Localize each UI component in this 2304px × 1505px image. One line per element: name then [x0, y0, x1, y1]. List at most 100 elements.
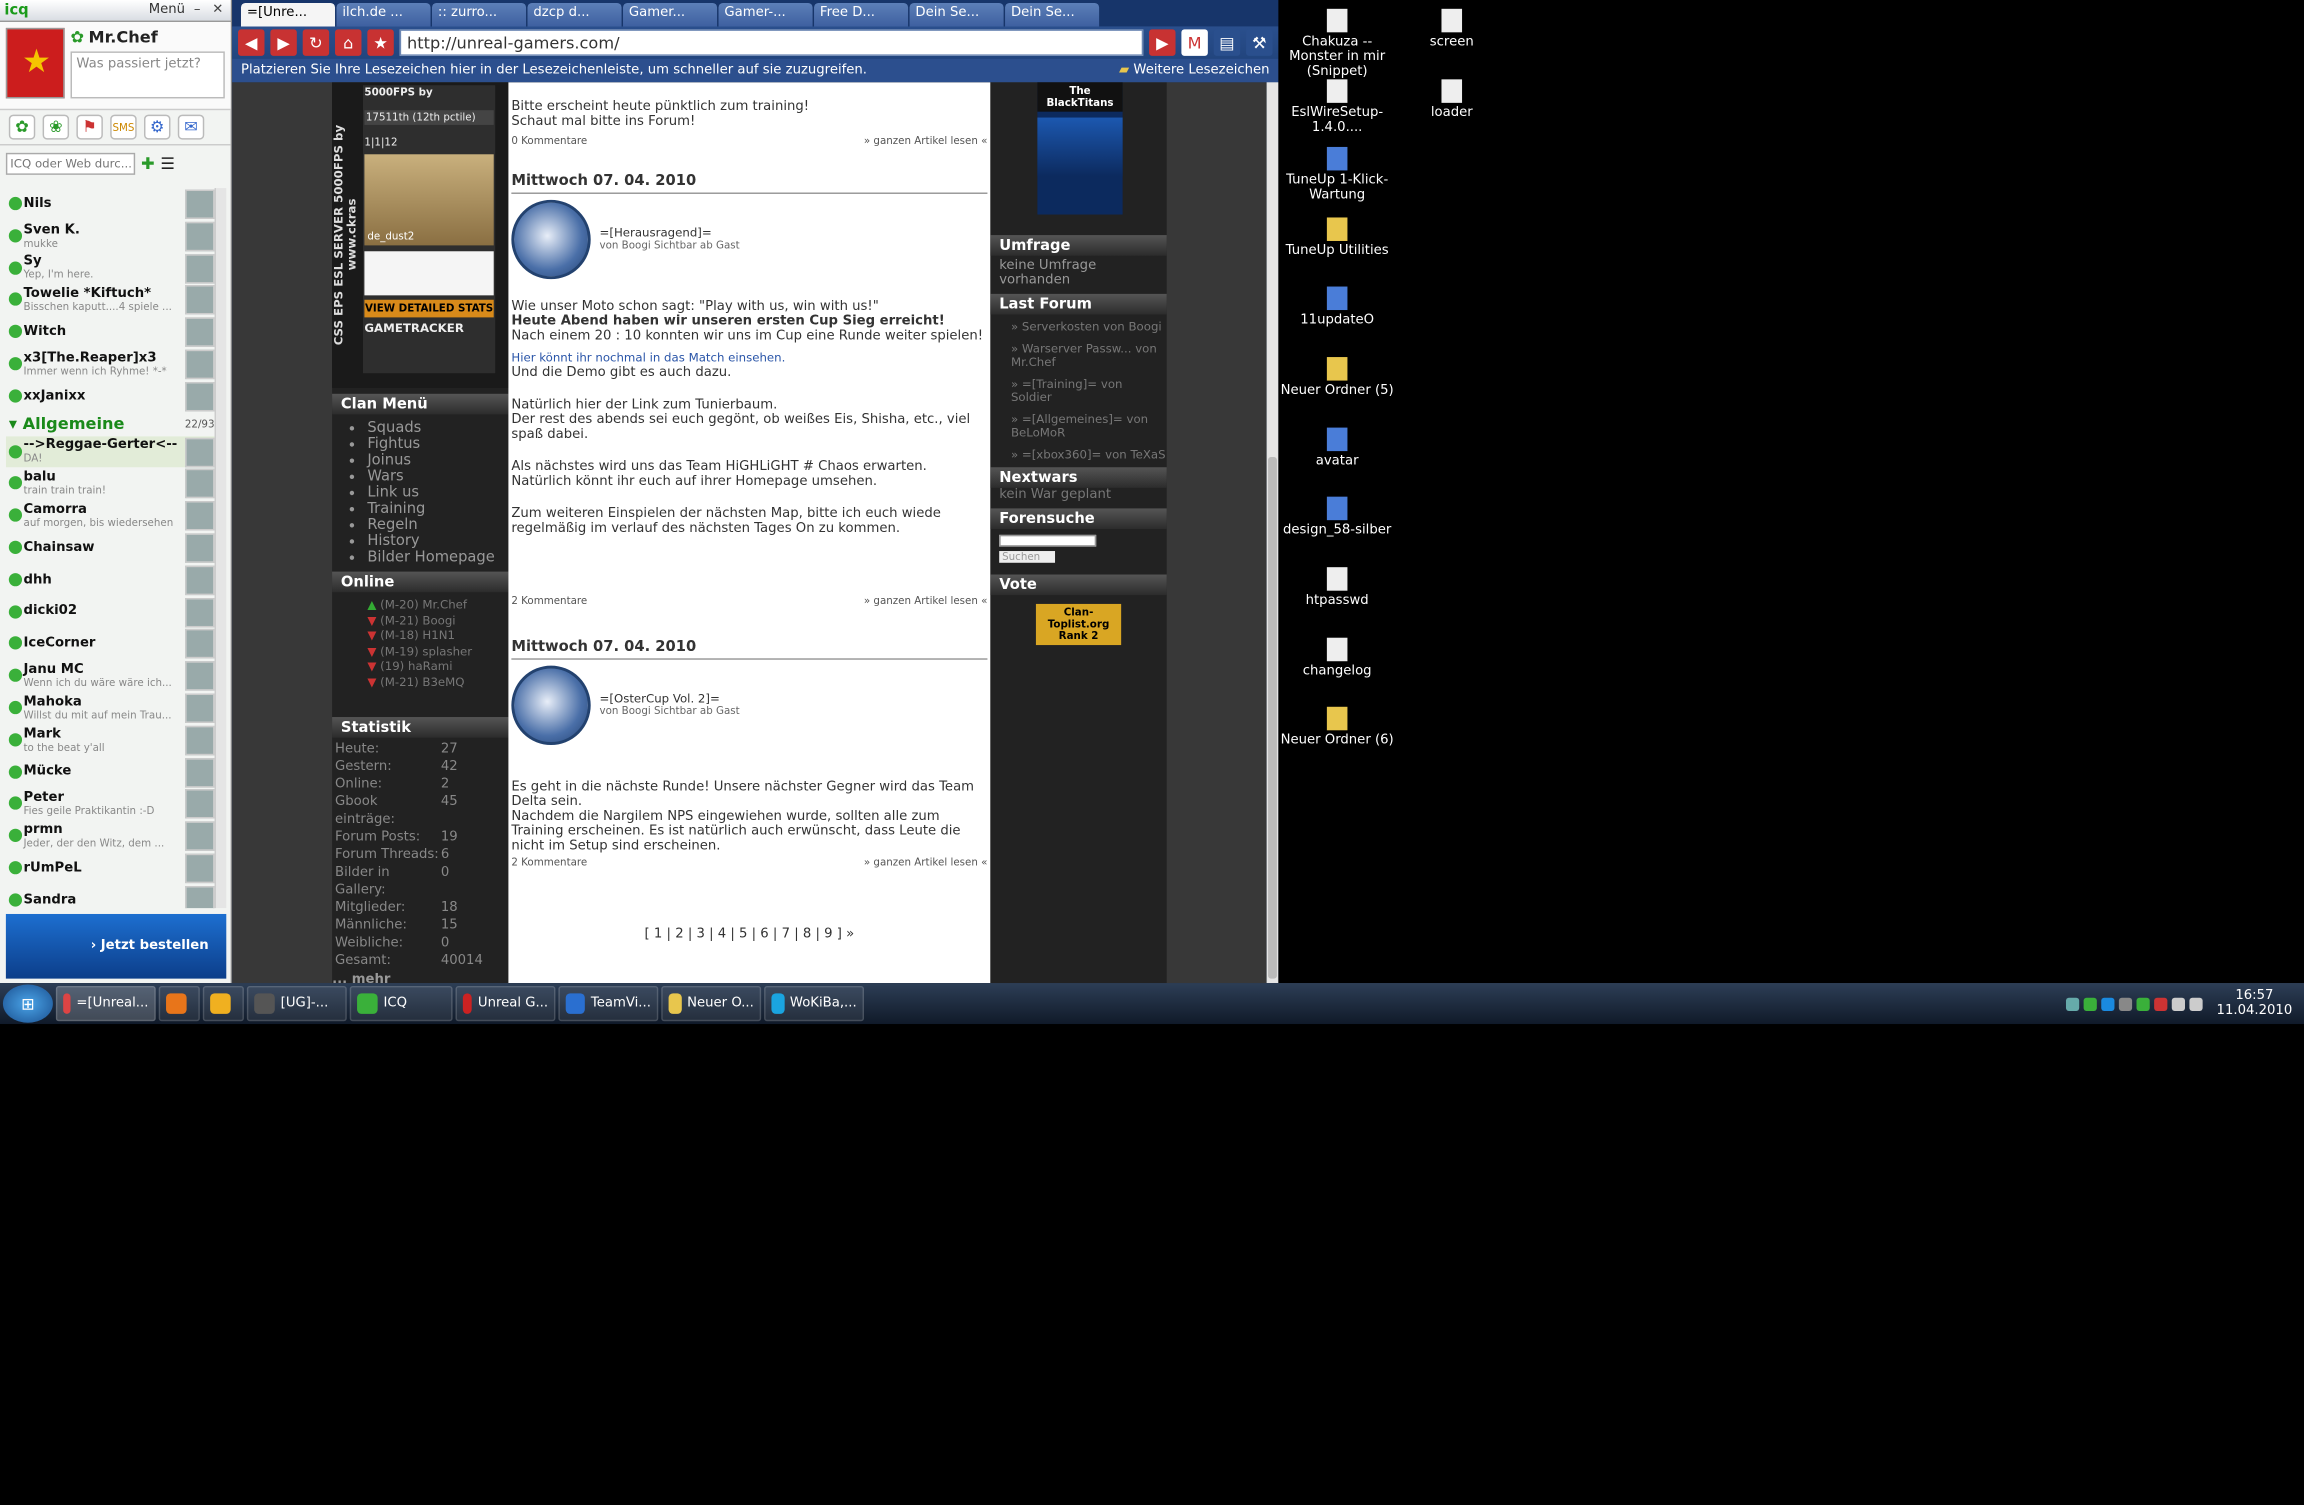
menu-link-joinus[interactable]: Joinus — [367, 453, 508, 469]
contact-item[interactable]: Towelie *Kiftuch* Bisschen kaputt....4 sp… — [6, 284, 215, 316]
read-more-link[interactable]: » ganzen Artikel lesen « — [864, 595, 988, 607]
desktop-icon[interactable]: 11updateO — [1278, 286, 1396, 328]
clock[interactable]: 16:57 11.04.2010 — [2217, 989, 2293, 1018]
toplist-banner[interactable]: Clan-Toplist.org Rank 2 — [1035, 603, 1122, 646]
status-message-input[interactable]: Was passiert jetzt? — [70, 51, 225, 99]
menu-link-training[interactable]: Training — [367, 501, 508, 517]
contact-item[interactable]: dicki02 — [6, 596, 215, 628]
gametracker-banner[interactable]: CSS EPS ESL SERVER 5000FPS by www.ckras … — [332, 82, 509, 388]
desktop-icon[interactable]: avatar — [1278, 427, 1396, 469]
read-more-link[interactable]: » ganzen Artikel lesen « — [864, 857, 988, 869]
scroll-thumb[interactable] — [1268, 456, 1277, 979]
desktop-icon[interactable]: Neuer Ordner (6) — [1278, 706, 1396, 748]
online-user[interactable]: ▼ (19) haRami — [332, 660, 508, 675]
online-user[interactable]: ▼ (M-21) B3eMQ — [332, 675, 508, 690]
browser-tab[interactable]: Gamer-... — [718, 2, 813, 27]
forum-search-input[interactable] — [999, 534, 1097, 547]
forum-link[interactable]: » =[Training]= von Soldier — [990, 377, 1166, 405]
menu-link-bilder[interactable]: Bilder Homepage — [367, 550, 508, 566]
browser-tab[interactable]: Dein Se... — [1005, 2, 1100, 27]
contact-item[interactable]: rUmPeL — [6, 852, 215, 884]
desktop-icon[interactable]: Chakuza -- Monster in mir (Snippet) — [1278, 8, 1396, 80]
apps-icon[interactable]: ✉ — [177, 114, 205, 140]
comments-link[interactable]: 0 Kommentare — [511, 135, 587, 147]
tray-icon[interactable] — [2066, 996, 2080, 1011]
menu-link-linkus[interactable]: Link us — [367, 485, 508, 501]
desktop-icon[interactable]: screen — [1393, 8, 1511, 50]
online-user[interactable]: ▲ (M-20) Mr.Chef — [332, 598, 508, 613]
page-scrollbar[interactable] — [1266, 82, 1279, 984]
reload-icon[interactable]: ↻ — [302, 29, 330, 56]
icq-menu-button[interactable]: Menü — [149, 3, 185, 18]
comments-link[interactable]: 2 Kommentare — [511, 857, 587, 869]
icq-ad-banner[interactable]: › Jetzt bestellen — [5, 913, 227, 979]
browser-tab[interactable]: Free D... — [814, 2, 909, 27]
icq-search-input[interactable] — [5, 152, 136, 175]
contact-item[interactable]: dhh — [6, 564, 215, 596]
contact-item[interactable]: Chainsaw — [6, 532, 215, 564]
comments-link[interactable]: 2 Kommentare — [511, 595, 587, 607]
menu-link-fightus[interactable]: Fightus — [367, 436, 508, 452]
online-user[interactable]: ▼ (M-21) Boogi — [332, 613, 508, 628]
taskbar-item[interactable]: Neuer O... — [661, 985, 762, 1022]
stats-more-link[interactable]: ... mehr — [332, 973, 508, 983]
taskbar-item[interactable]: [UG]-... — [246, 985, 347, 1022]
tray-icon[interactable] — [2119, 996, 2133, 1011]
desktop-icon[interactable]: loader — [1393, 79, 1511, 120]
taskbar-item[interactable]: WoKiBa,... — [764, 985, 865, 1022]
match-link[interactable]: Hier könnt ihr nochmal in das Match eins… — [511, 351, 987, 366]
contact-item[interactable]: Sy Yep, I'm here. — [6, 252, 215, 284]
menu-link-wars[interactable]: Wars — [367, 469, 508, 485]
taskbar-item[interactable]: ICQ — [349, 985, 453, 1022]
contact-item[interactable]: Nils — [6, 188, 215, 220]
browser-tab[interactable]: :: zurro... — [432, 2, 527, 27]
bookmark-star-icon[interactable]: ★ — [367, 29, 394, 56]
browser-tab[interactable]: Dein Se... — [909, 2, 1004, 27]
sms-icon[interactable]: SMS — [110, 114, 137, 140]
contact-item[interactable]: x3[The.Reaper]x3 Immer wenn ich Ryhme! *-… — [6, 348, 215, 380]
close-icon[interactable]: ✕ — [209, 3, 226, 18]
menu-link-regeln[interactable]: Regeln — [367, 517, 508, 533]
home-icon[interactable]: ⌂ — [335, 29, 362, 56]
network-icon[interactable] — [2172, 996, 2186, 1011]
online-user[interactable]: ▼ (M-18) H1N1 — [332, 629, 508, 644]
taskbar-item[interactable] — [202, 985, 244, 1022]
browser-tab[interactable]: ilch.de ... — [336, 2, 431, 27]
menu-link-squads[interactable]: Squads — [367, 420, 508, 436]
desktop-icon[interactable]: Neuer Ordner (5) — [1278, 357, 1396, 398]
address-bar[interactable]: http://unreal-gamers.com/ — [399, 29, 1144, 56]
tray-icon[interactable] — [2154, 996, 2169, 1011]
taskbar-item[interactable]: Unreal G... — [455, 985, 556, 1022]
settings-icon[interactable]: ☰ — [160, 154, 175, 173]
minimize-icon[interactable]: – — [191, 3, 203, 18]
icq-user[interactable]: ✿ Mr.Chef — [71, 28, 225, 47]
add-contact-icon[interactable]: ✚ — [141, 154, 155, 173]
contact-item[interactable]: Sven K. mukke — [6, 220, 215, 252]
desktop-icon[interactable]: htpasswd — [1278, 567, 1396, 608]
taskbar-item[interactable] — [158, 985, 200, 1022]
forum-link[interactable]: » Serverkosten von Boogi — [990, 320, 1166, 334]
detailed-stats-button[interactable]: VIEW DETAILED STATS — [364, 299, 494, 318]
contact-item[interactable]: Mahoka Willst du mit auf mein Trau... — [6, 692, 215, 724]
browser-tab[interactable]: =[Unre... — [240, 2, 336, 27]
contact-item[interactable]: -->Reggae-Gerter<-- DA! — [5, 435, 215, 468]
start-button[interactable]: ⊞ — [2, 984, 53, 1023]
desktop-icon[interactable]: changelog — [1278, 637, 1396, 679]
forum-link[interactable]: » =[xbox360]= von TeXaS — [990, 447, 1166, 461]
tray-icon[interactable] — [2101, 996, 2116, 1011]
desktop-icon[interactable]: EslWireSetup-1.4.0.... — [1278, 79, 1396, 135]
forum-search-button[interactable]: Suchen — [999, 551, 1056, 563]
go-icon[interactable]: ▶ — [1149, 29, 1176, 56]
wrench-icon[interactable]: ⚒ — [1246, 29, 1273, 56]
contact-item[interactable]: IceCorner — [6, 628, 215, 660]
taskbar-item[interactable]: =[Unreal... — [55, 985, 156, 1022]
contact-item[interactable]: Mark to the beat y'all — [6, 724, 215, 756]
desktop-icon[interactable]: TuneUp Utilities — [1278, 217, 1396, 259]
contact-item[interactable]: Janu MC Wenn ich du wäre wäre ich... — [6, 660, 215, 692]
menu-link-history[interactable]: History — [367, 533, 508, 549]
taskbar-item[interactable]: TeamVi... — [558, 985, 659, 1022]
notifications-icon[interactable]: ❀ — [42, 114, 70, 140]
forward-icon[interactable]: ▶ — [270, 29, 297, 56]
avatar[interactable] — [5, 27, 65, 99]
other-bookmarks-button[interactable]: ▰ Weitere Lesezeichen — [1119, 63, 1270, 78]
